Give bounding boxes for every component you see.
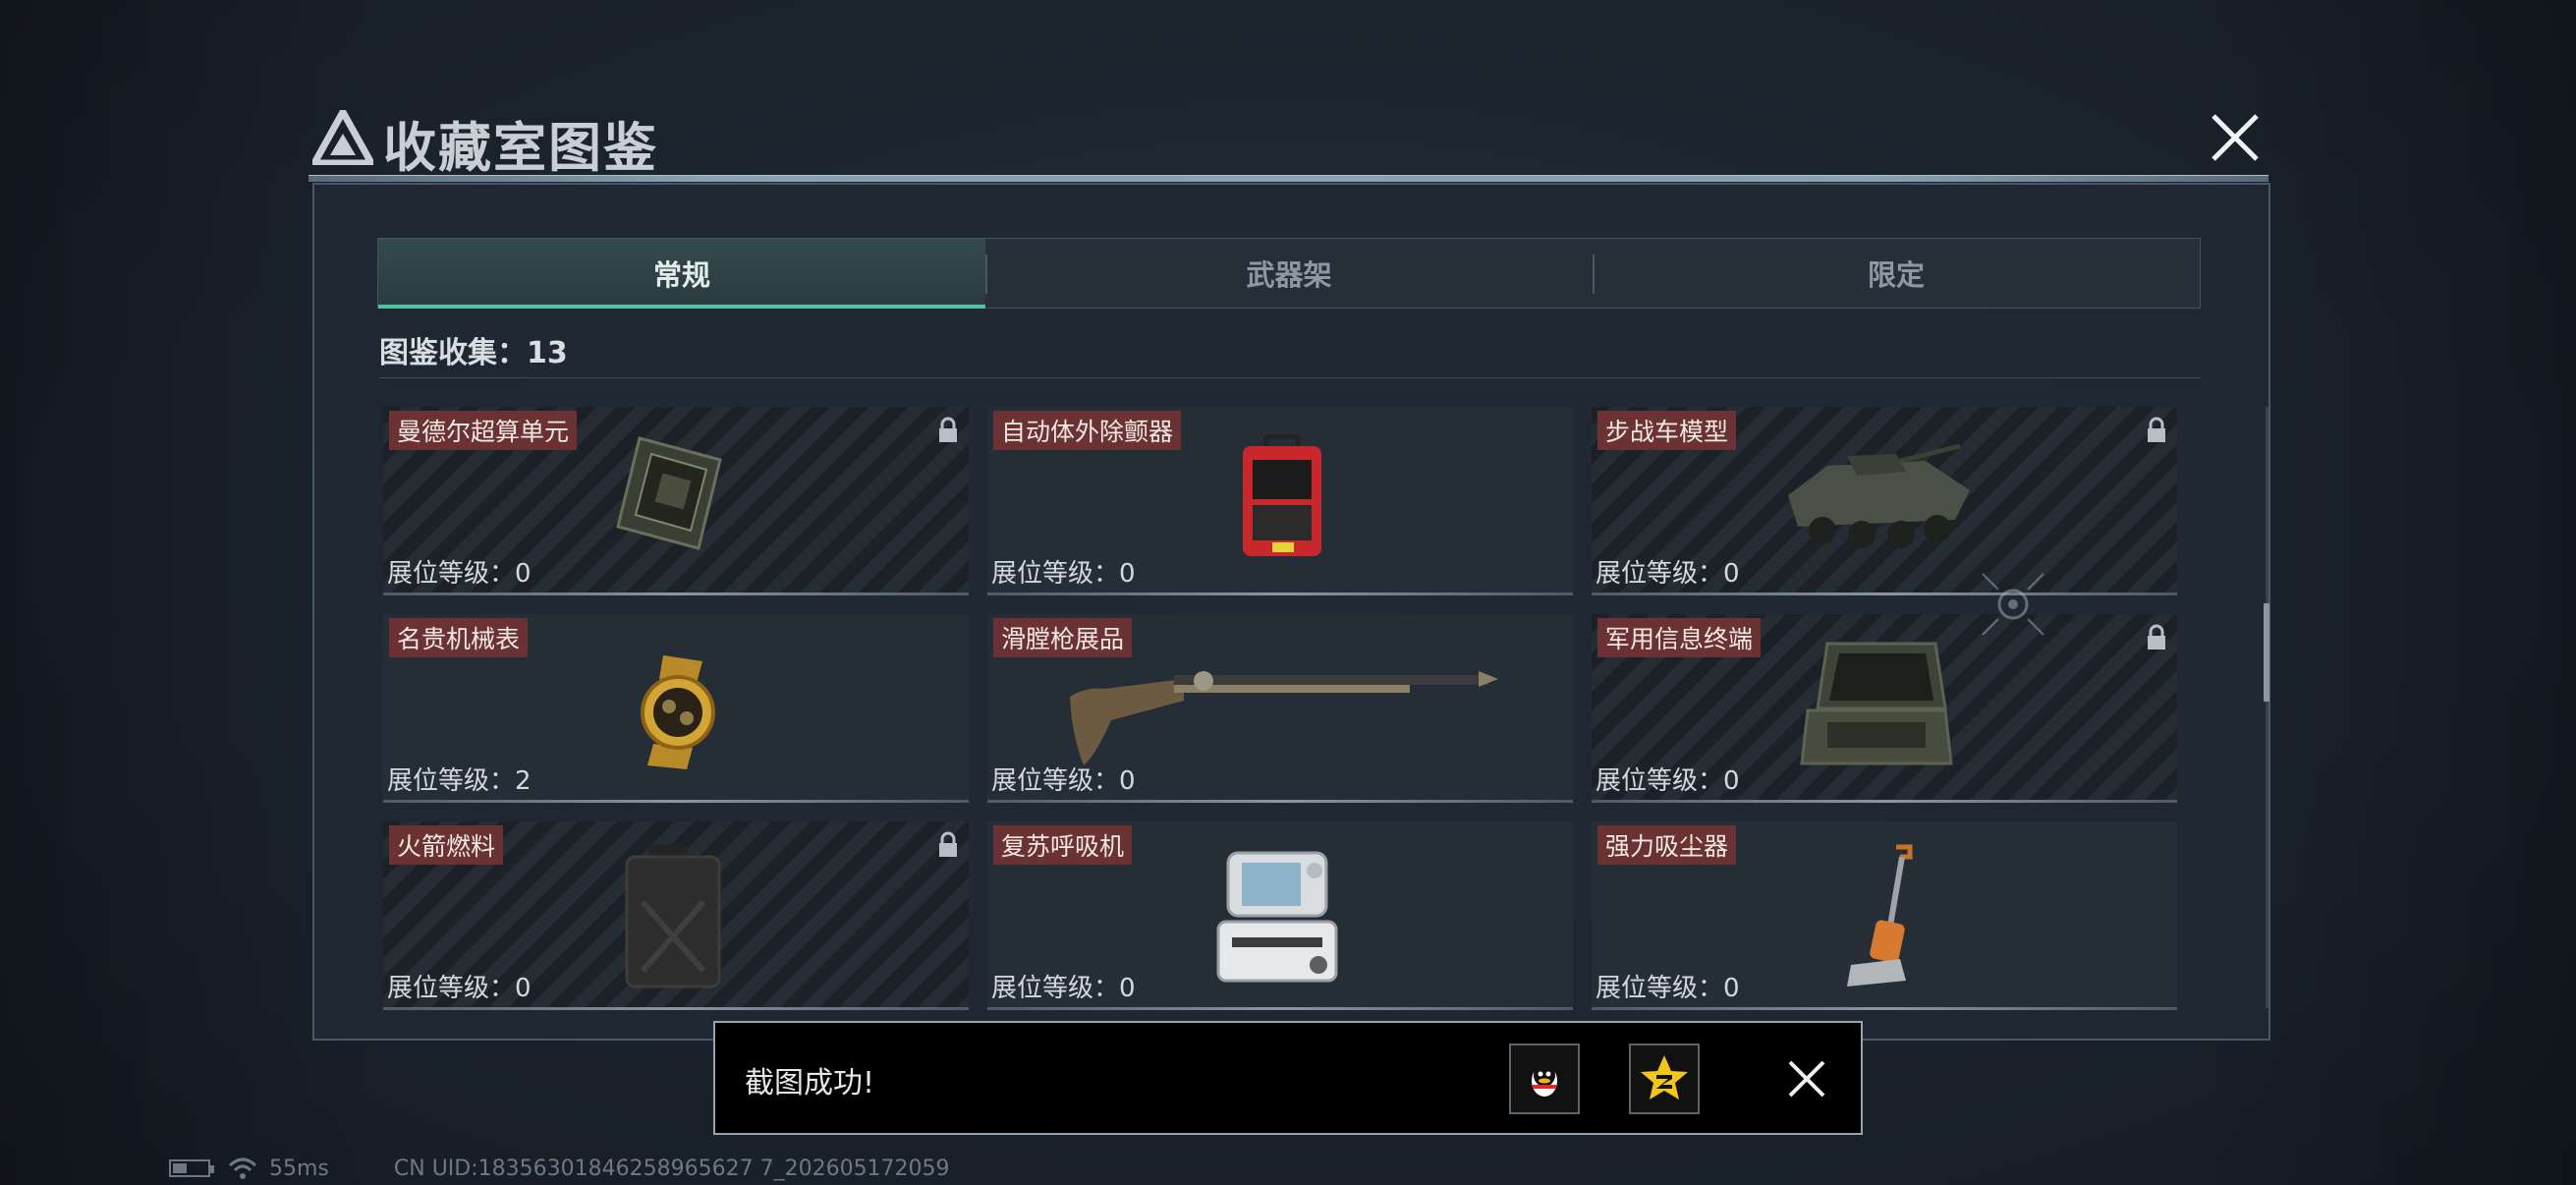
lock-icon bbox=[939, 417, 957, 442]
item-level: 展位等级：0 bbox=[991, 974, 1136, 1003]
share-qq-button[interactable] bbox=[1509, 1044, 1580, 1114]
screenshot-toast: 截图成功! bbox=[713, 1021, 1863, 1135]
toast-close-icon[interactable] bbox=[1784, 1056, 1829, 1101]
item-name: 步战车模型 bbox=[1597, 411, 1737, 450]
collection-count: 图鉴收集：13 bbox=[379, 336, 568, 370]
toast-message: 截图成功! bbox=[745, 1066, 875, 1100]
item-card[interactable]: 军用信息终端 展位等级：0 bbox=[1592, 614, 2177, 803]
watch-icon bbox=[641, 655, 715, 769]
close-icon[interactable] bbox=[2206, 108, 2265, 167]
battery-icon bbox=[169, 1159, 214, 1177]
item-name: 自动体外除颤器 bbox=[993, 411, 1182, 450]
vacuum-icon bbox=[1847, 844, 1913, 987]
item-name: 火箭燃料 bbox=[389, 825, 504, 865]
collection-panel: 常规 武器架 限定 图鉴收集：13 曼德尔超算单元 展位等级：0 自动体外除颤器… bbox=[312, 183, 2270, 1041]
qzone-star-icon bbox=[1641, 1055, 1688, 1100]
scrollbar-thumb[interactable] bbox=[2264, 603, 2269, 702]
crosshair-icon bbox=[1982, 573, 2044, 636]
item-level: 展位等级：0 bbox=[1596, 974, 1740, 1003]
ifv-model-icon bbox=[1788, 443, 1970, 548]
item-card[interactable]: 步战车模型 展位等级：0 bbox=[1592, 407, 2177, 595]
item-level: 展位等级：0 bbox=[991, 766, 1136, 796]
lock-icon bbox=[2148, 624, 2165, 649]
item-card[interactable]: 曼德尔超算单元 展位等级：0 bbox=[383, 407, 969, 595]
scrollbar-track[interactable] bbox=[2266, 407, 2268, 1008]
count-divider bbox=[379, 377, 2201, 378]
item-level: 展位等级：2 bbox=[387, 766, 532, 796]
item-level: 展位等级：0 bbox=[1596, 766, 1740, 796]
ventilator-icon bbox=[1216, 851, 1338, 983]
qq-icon bbox=[1532, 1063, 1557, 1097]
share-qzone-button[interactable] bbox=[1629, 1044, 1700, 1114]
item-level: 展位等级：0 bbox=[991, 559, 1136, 589]
item-card[interactable]: 复苏呼吸机 展位等级：0 bbox=[987, 821, 1573, 1010]
window-header: 收藏室图鉴 bbox=[308, 98, 2268, 179]
lock-icon bbox=[2148, 417, 2165, 442]
page-title: 收藏室图鉴 bbox=[383, 117, 658, 179]
terminal-case-icon bbox=[1800, 642, 1953, 765]
collection-logo-icon bbox=[312, 110, 373, 165]
computing-unit-icon bbox=[616, 436, 722, 550]
item-name: 军用信息终端 bbox=[1597, 618, 1762, 657]
item-name: 滑膛枪展品 bbox=[993, 618, 1133, 657]
item-grid: 曼德尔超算单元 展位等级：0 自动体外除颤器 展位等级：0 步战车模型 展位等级… bbox=[383, 407, 2269, 1010]
item-level: 展位等级：0 bbox=[387, 974, 532, 1003]
item-card[interactable]: 火箭燃料 展位等级：0 bbox=[383, 821, 969, 1010]
defibrillator-icon bbox=[1243, 434, 1321, 556]
header-divider bbox=[308, 175, 2268, 182]
tab-regular[interactable]: 常规 bbox=[378, 239, 985, 309]
lock-icon bbox=[939, 831, 957, 857]
item-name: 强力吸尘器 bbox=[1597, 825, 1737, 865]
item-card[interactable]: 自动体外除颤器 展位等级：0 bbox=[987, 407, 1573, 595]
item-card[interactable]: 名贵机械表 展位等级：2 bbox=[383, 614, 969, 803]
tab-limited[interactable]: 限定 bbox=[1593, 239, 2200, 308]
item-name: 名贵机械表 bbox=[389, 618, 529, 657]
tab-weapon-rack[interactable]: 武器架 bbox=[985, 239, 1593, 308]
tab-bar: 常规 武器架 限定 bbox=[377, 238, 2201, 309]
item-level: 展位等级：0 bbox=[1596, 559, 1740, 589]
fuel-can-icon bbox=[625, 845, 721, 988]
item-level: 展位等级：0 bbox=[387, 559, 532, 589]
ping-value: 55ms bbox=[269, 1156, 329, 1181]
status-bar: 55ms CN UID:18356301846258965627 7_20260… bbox=[169, 1156, 950, 1181]
item-name: 曼德尔超算单元 bbox=[389, 411, 578, 450]
item-card[interactable]: 滑膛枪展品 展位等级：0 bbox=[987, 614, 1573, 803]
wifi-icon bbox=[228, 1157, 257, 1179]
item-card[interactable]: 强力吸尘器 展位等级：0 bbox=[1592, 821, 2177, 1010]
uid-text: CN UID:18356301846258965627 7_2026051720… bbox=[393, 1156, 950, 1181]
item-name: 复苏呼吸机 bbox=[993, 825, 1133, 865]
